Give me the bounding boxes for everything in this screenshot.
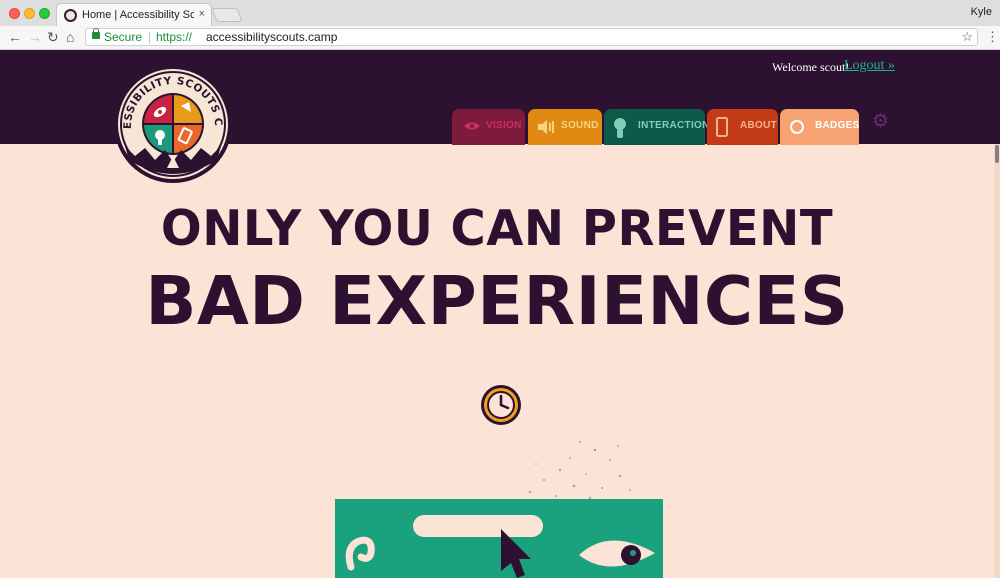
hero-heading-line2: BAD EXPERIENCES <box>145 262 849 340</box>
hero-heading-line1: ONLY YOU CAN PREVENT <box>160 200 834 257</box>
separator: | <box>148 30 152 44</box>
nav-tab-label: ABOUT <box>740 120 778 131</box>
favicon-icon <box>64 9 77 22</box>
close-window-button[interactable] <box>9 8 20 19</box>
nav-tab-label: BADGES <box>815 120 860 131</box>
browser-menu-icon[interactable]: ⋮ <box>986 29 999 44</box>
nav-tab-sound[interactable]: SOUND <box>528 109 602 145</box>
back-arrow-icon[interactable]: ← <box>8 29 22 45</box>
browser-toolbar: ← → ↻ ⌂ Secure | https:// accessibilitys… <box>0 26 1000 50</box>
forward-arrow-icon[interactable]: → <box>28 29 42 45</box>
lock-icon <box>92 28 100 39</box>
eye-icon <box>464 122 480 130</box>
logout-link[interactable]: Logout » <box>844 58 895 74</box>
home-icon[interactable]: ⌂ <box>66 29 74 45</box>
welcome-text: Welcome scout! <box>772 60 850 74</box>
minimize-window-button[interactable] <box>24 8 35 19</box>
maximize-window-button[interactable] <box>39 8 50 19</box>
tab-close-icon[interactable]: × <box>199 8 205 20</box>
new-tab-button[interactable] <box>211 8 243 22</box>
nav-tab-badges[interactable]: BADGES <box>780 109 859 145</box>
secure-label: Secure <box>104 30 143 44</box>
phone-icon <box>716 117 728 137</box>
clock-badge-icon <box>481 385 521 425</box>
scrollbar-thumb[interactable] <box>995 145 999 163</box>
camp-logo[interactable]: ACCESSIBILITY SCOUTS CAMP <box>113 64 233 184</box>
tab-title: Home | Accessibility Scouts Ca <box>82 9 194 21</box>
nav-tab-about[interactable]: ABOUT <box>707 109 778 145</box>
browser-tab-active[interactable]: Home | Accessibility Scouts Ca × <box>56 3 212 27</box>
badge-circle-icon <box>790 120 804 134</box>
reload-icon[interactable]: ↻ <box>47 29 59 45</box>
browser-tab-bar: Home | Accessibility Scouts Ca × Kyle <box>0 0 1000 27</box>
nav-tab-interaction[interactable]: INTERACTION <box>604 109 709 145</box>
bookmark-star-icon[interactable]: ☆ <box>961 29 973 45</box>
pointer-icon <box>614 118 626 138</box>
nav-tab-label: INTERACTION <box>638 120 710 131</box>
nav-tab-label: SOUND <box>561 120 599 131</box>
nav-tab-vision[interactable]: VISION <box>452 109 525 145</box>
speaker-icon <box>538 120 554 134</box>
settings-gear-icon[interactable]: ⚙ <box>872 110 889 133</box>
scrollbar-track-lower <box>994 144 1000 578</box>
url-host: accessibilityscouts.camp <box>206 30 338 44</box>
url-scheme: https:// <box>156 30 193 44</box>
address-bar[interactable]: Secure | https:// accessibilityscouts.ca… <box>85 28 978 46</box>
keyboard-illustration <box>335 499 663 578</box>
profile-name[interactable]: Kyle <box>971 6 992 18</box>
nav-tab-label: VISION <box>486 120 522 131</box>
